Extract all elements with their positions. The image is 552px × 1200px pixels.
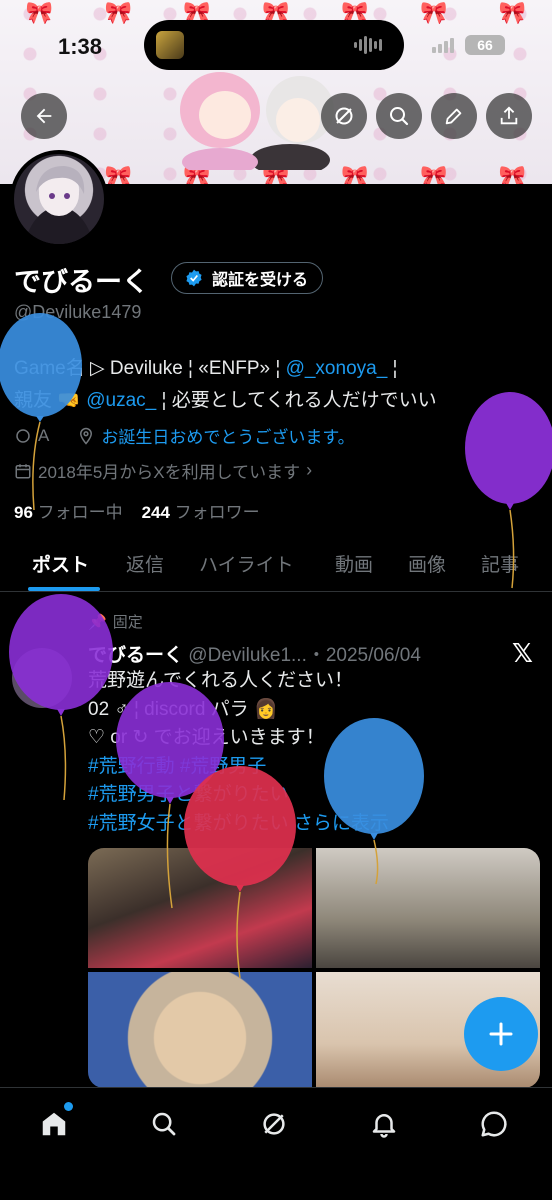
- profile-bio: Game名 ▷ Deviluke ¦ «ENFP» ¦ @_xonoya_ ¦ …: [14, 353, 534, 417]
- search-icon: [390, 107, 409, 126]
- status-time: 1:38: [58, 34, 103, 59]
- x-logo-icon[interactable]: 𝕏: [512, 638, 533, 669]
- nav-grok[interactable]: [254, 1104, 294, 1144]
- tab-videos[interactable]: 動画: [335, 550, 373, 577]
- plus-icon: [489, 1022, 513, 1046]
- tab-media[interactable]: 画像: [408, 550, 446, 577]
- verified-badge-icon: [186, 269, 202, 287]
- nav-search[interactable]: [144, 1104, 184, 1144]
- get-verified-button[interactable]: 認証を受ける: [171, 262, 324, 294]
- share-button[interactable]: [486, 93, 532, 139]
- chevron-right-icon[interactable]: ›: [306, 460, 312, 481]
- home-notification-dot: [64, 1102, 73, 1111]
- bio-text: ¦ 必要としてくれる人だけでいい: [156, 390, 437, 411]
- grok-icon: [263, 1113, 285, 1135]
- grok-icon: [335, 107, 353, 125]
- birthday-text: お誕生日おめでとうございます。: [101, 428, 355, 447]
- avatar-illustration: [24, 166, 94, 244]
- bio-mention-link[interactable]: @_xonoya_: [286, 358, 388, 379]
- balloon-red-icon: [184, 766, 296, 979]
- tab-replies[interactable]: 返信: [126, 550, 164, 577]
- pencil-icon: [445, 108, 462, 125]
- balloon-purple-icon: [465, 392, 552, 589]
- battery-indicator: 66: [465, 35, 505, 55]
- post-image-selfie[interactable]: [88, 972, 312, 1088]
- back-button[interactable]: [21, 93, 67, 139]
- back-arrow-icon: [36, 108, 52, 124]
- bio-text: ¦: [387, 358, 398, 379]
- balloon-blue-icon: [324, 718, 424, 885]
- status-bar: 1:38 66: [0, 0, 552, 80]
- search-button[interactable]: [376, 93, 422, 139]
- active-tab-indicator: [28, 587, 100, 591]
- get-verified-label: 認証を受ける: [212, 272, 309, 289]
- bio-mention-link[interactable]: @uzac_: [86, 390, 156, 411]
- tab-highlights[interactable]: ハイライト: [199, 550, 294, 577]
- chat-bubble-icon: [481, 1111, 507, 1137]
- edit-button[interactable]: [431, 93, 477, 139]
- profile-avatar[interactable]: [10, 150, 108, 248]
- bottom-navigation: [0, 1087, 552, 1200]
- search-icon: [152, 1112, 176, 1136]
- post-handle-date: @Deviluke1...・2025/06/04: [188, 645, 421, 666]
- grok-button[interactable]: [321, 93, 367, 139]
- followers-link[interactable]: 244 フォロワー: [142, 503, 260, 522]
- bell-icon: [372, 1114, 396, 1138]
- balloon-blue-icon: [0, 313, 82, 511]
- nav-notifications[interactable]: [364, 1104, 404, 1144]
- cellular-signal-icon: [432, 38, 454, 53]
- home-icon: [42, 1112, 66, 1136]
- compose-post-button[interactable]: [464, 997, 538, 1071]
- profile-name: でびるーく: [14, 267, 149, 297]
- balloon-purple-icon: [9, 594, 113, 801]
- tab-posts[interactable]: ポスト: [32, 550, 89, 577]
- share-icon: [500, 106, 518, 125]
- nav-messages[interactable]: [474, 1104, 514, 1144]
- audio-wave-icon: [354, 36, 384, 54]
- dynamic-island[interactable]: [144, 20, 404, 70]
- now-playing-artwork: [156, 31, 184, 59]
- post-header: でびるーく @Deviluke1...・2025/06/04: [88, 640, 421, 667]
- nav-home[interactable]: [34, 1102, 74, 1144]
